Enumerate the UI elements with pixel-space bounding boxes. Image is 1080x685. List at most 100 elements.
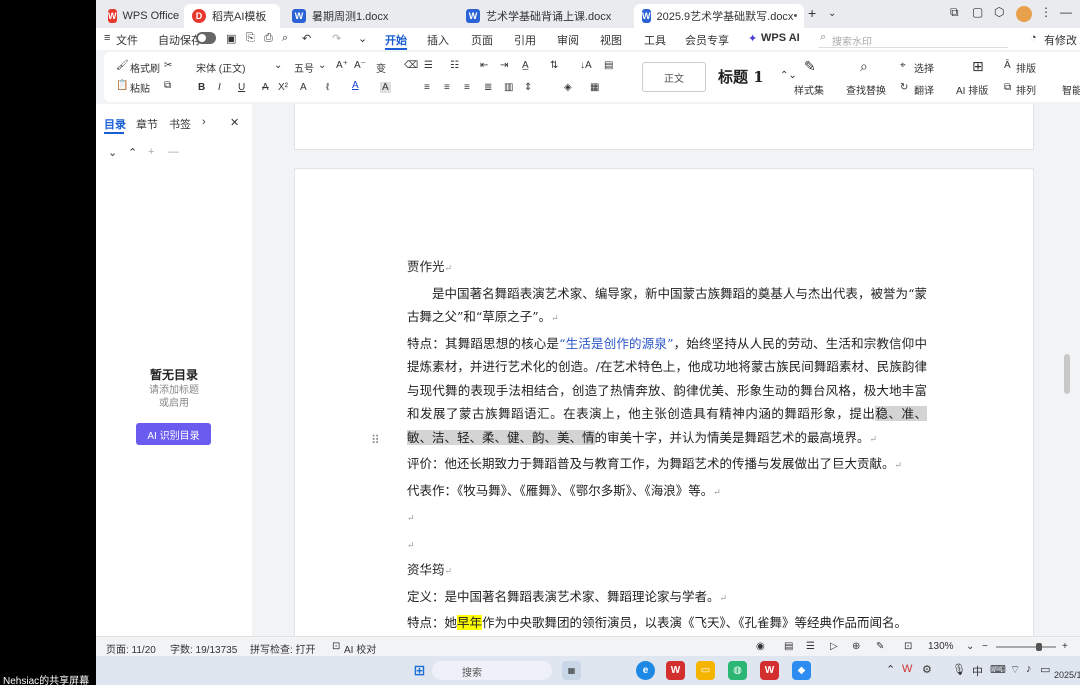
wechat-icon[interactable]: ◍: [728, 661, 747, 680]
search-input[interactable]: 搜索水印: [818, 30, 1008, 48]
tab-doc-summer-test[interactable]: W 暑期周测1.docx: [284, 4, 452, 28]
layout-button[interactable]: 排版: [1016, 60, 1036, 75]
meeting-app-icon[interactable]: ◆: [792, 661, 811, 680]
ai-layout-button[interactable]: AI 排版: [956, 82, 988, 97]
add-level-icon[interactable]: +: [148, 146, 154, 158]
justify-icon[interactable]: ≣: [484, 82, 492, 93]
style-set-button[interactable]: 样式集: [794, 82, 824, 97]
underline-icon[interactable]: U: [238, 82, 245, 93]
menu-member[interactable]: 会员专享: [685, 32, 729, 48]
align-left-icon[interactable]: ≡: [424, 82, 430, 93]
distribute-icon[interactable]: ▥: [504, 82, 513, 93]
minimize-icon[interactable]: —: [1060, 5, 1072, 19]
file-explorer-icon[interactable]: ▭: [696, 661, 715, 680]
superscript-icon[interactable]: X²: [278, 82, 288, 93]
web-view-icon[interactable]: ⊕: [852, 641, 860, 652]
zoom-slider[interactable]: [996, 646, 1056, 648]
line-spacing-icon[interactable]: ⇅: [550, 60, 558, 71]
document-page[interactable]: ⠿ 贾作光↵ 是中国著名舞蹈表演艺术家、编导家，新中国蒙古族舞蹈的奠基人与杰出代…: [294, 168, 1034, 636]
italic-icon[interactable]: I: [218, 82, 221, 93]
cut-icon[interactable]: ✂: [164, 60, 172, 71]
strikethrough-icon[interactable]: A: [262, 82, 269, 93]
style-scroll-icon[interactable]: ⌃⌄: [780, 70, 797, 81]
spell-check-status[interactable]: 拼写检查: 打开: [250, 641, 316, 656]
expand-all-icon[interactable]: ⌃: [128, 146, 137, 159]
hamburger-icon[interactable]: ≡: [104, 32, 110, 44]
network-share-icon[interactable]: ⚙: [922, 663, 932, 676]
format-painter-button[interactable]: 格式刷: [130, 60, 160, 75]
ime-indicator[interactable]: 中: [972, 663, 983, 679]
phonetic-icon[interactable]: 变: [376, 60, 386, 75]
chinese-layout-icon[interactable]: A̲: [522, 60, 529, 71]
zoom-in-icon[interactable]: +: [1062, 641, 1068, 652]
tab-wps-office[interactable]: W WPS Office: [100, 4, 179, 28]
menu-start[interactable]: 开始: [385, 32, 407, 48]
tab-list-chevron-icon[interactable]: ⌄: [828, 8, 836, 19]
tab-doc-art-recite[interactable]: W 艺术学基础背诵上课.docx: [458, 4, 628, 28]
more-icon[interactable]: ⌄: [358, 32, 367, 45]
remove-level-icon[interactable]: —: [168, 146, 179, 158]
edge-browser-icon[interactable]: e: [636, 661, 655, 680]
sort-icon[interactable]: ↓A: [580, 60, 592, 71]
borders-icon[interactable]: ▦: [590, 82, 599, 93]
menu-review[interactable]: 审阅: [557, 32, 579, 48]
close-icon[interactable]: ✕: [230, 116, 239, 129]
tab-docer[interactable]: D 稻壳AI模板: [184, 4, 280, 28]
ai-proof-button[interactable]: AI 校对: [344, 641, 376, 656]
word-count[interactable]: 字数: 19/13735: [170, 641, 237, 656]
smart-button[interactable]: 智能: [1062, 82, 1080, 97]
chevron-down-icon[interactable]: ⌄: [966, 641, 974, 652]
avatar[interactable]: [1016, 6, 1032, 22]
font-name-select[interactable]: 宋体 (正文): [196, 60, 286, 75]
style-normal[interactable]: 正文: [642, 62, 706, 92]
zoom-out-icon[interactable]: −: [982, 641, 988, 652]
nav-tab-bookmark[interactable]: 书签: [169, 116, 191, 132]
wifi-icon[interactable]: ⌔: [1010, 663, 1020, 677]
highlight-icon[interactable]: ℓ: [326, 82, 329, 93]
menu-reference[interactable]: 引用: [514, 32, 536, 48]
tab-doc-art-dictation[interactable]: W 2025.9艺术学基础默写.docx •: [634, 4, 804, 28]
document-body[interactable]: 贾作光↵ 是中国著名舞蹈表演艺术家、编导家，新中国蒙古族舞蹈的奠基人与杰出代表，…: [407, 255, 927, 635]
taskbar-search[interactable]: 搜索: [432, 661, 552, 680]
align-right-icon[interactable]: ≡: [464, 82, 470, 93]
char-shading-icon[interactable]: A: [380, 82, 391, 93]
wps-tray-icon[interactable]: W: [902, 663, 912, 675]
screenshot-icon[interactable]: ⧉: [950, 5, 959, 20]
nav-tab-toc[interactable]: 目录: [104, 116, 126, 132]
numbered-list-icon[interactable]: ☷: [450, 60, 459, 71]
windows-start-icon[interactable]: ⊞: [410, 661, 429, 680]
outline-view-icon[interactable]: ☰: [806, 641, 815, 652]
collapse-all-icon[interactable]: ⌄: [108, 146, 117, 159]
arrange-button[interactable]: 排列: [1016, 82, 1036, 97]
align-center-icon[interactable]: ≡: [444, 82, 450, 93]
style-heading-1[interactable]: 标题 1: [718, 66, 764, 87]
cube-icon[interactable]: ⬡: [994, 5, 1004, 19]
battery-icon[interactable]: ▭: [1040, 663, 1050, 676]
new-tab-icon[interactable]: +: [808, 5, 816, 21]
wps-taskbar-icon-2[interactable]: W: [760, 661, 779, 680]
window-mode-icon[interactable]: ▢: [972, 5, 983, 19]
paragraph-spacing-icon[interactable]: ⇕: [524, 82, 532, 93]
chevron-down-icon[interactable]: ⌄: [318, 60, 326, 71]
menu-page[interactable]: 页面: [471, 32, 493, 48]
translate-button[interactable]: 翻译: [914, 82, 934, 97]
bullet-list-icon[interactable]: ☰: [424, 60, 433, 71]
chevron-up-icon[interactable]: ⌃: [886, 663, 895, 676]
play-icon[interactable]: ▷: [830, 641, 838, 652]
export-pdf-icon[interactable]: ⎘: [246, 32, 255, 45]
table-border-icon[interactable]: ▤: [604, 60, 613, 71]
text-effect-icon[interactable]: A: [300, 82, 307, 93]
font-color-icon[interactable]: A: [352, 80, 359, 91]
fit-page-icon[interactable]: ⊡: [904, 641, 912, 652]
file-menu[interactable]: 文件: [116, 32, 138, 48]
shrink-font-icon[interactable]: A⁻: [354, 60, 366, 71]
nav-more-chevron-icon[interactable]: ›: [202, 116, 206, 128]
volume-icon[interactable]: ♪: [1026, 663, 1032, 675]
chevron-down-icon[interactable]: ⌄: [274, 60, 282, 71]
clock-date[interactable]: 2025/1: [1054, 670, 1080, 680]
bold-icon[interactable]: B: [198, 82, 205, 93]
paste-button[interactable]: 粘贴: [130, 80, 150, 95]
nav-tab-chapter[interactable]: 章节: [136, 116, 158, 132]
grow-font-icon[interactable]: A⁺: [336, 60, 348, 71]
zoom-level[interactable]: 130%: [928, 641, 954, 652]
